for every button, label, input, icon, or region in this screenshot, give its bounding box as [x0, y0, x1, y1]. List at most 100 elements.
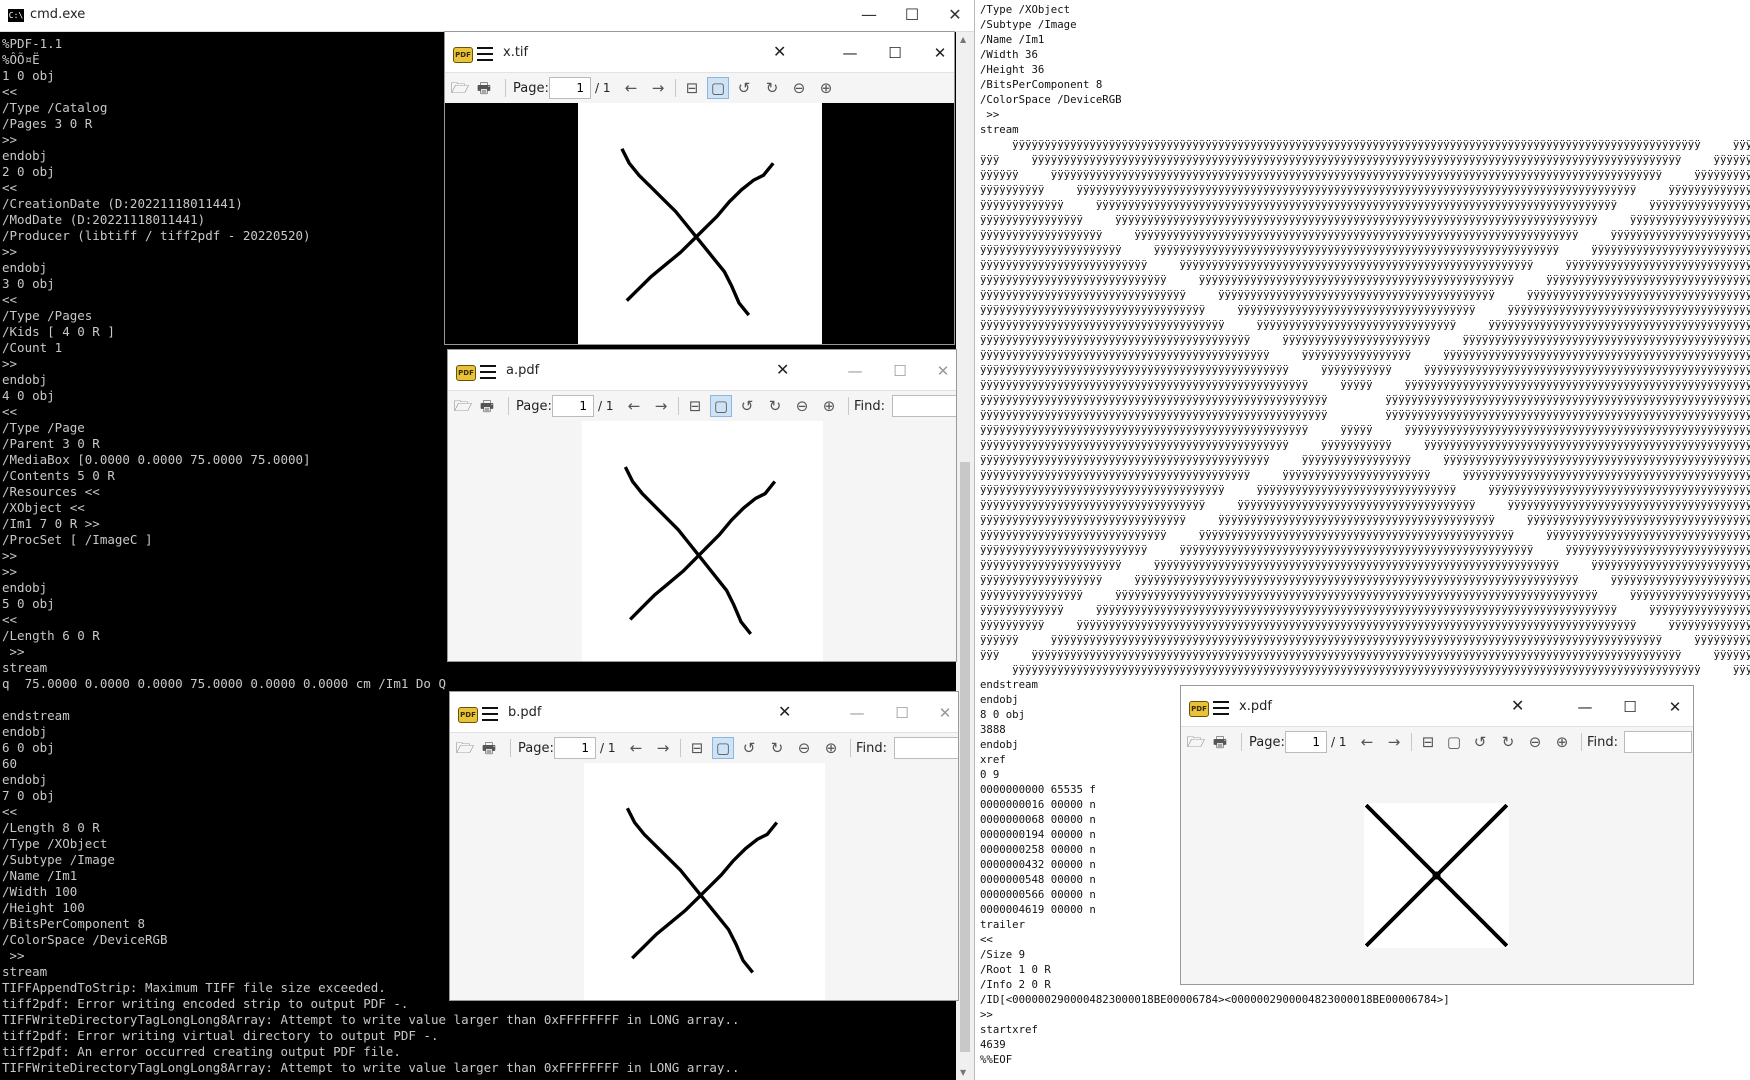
zoom-in-icon[interactable]: ⊕	[818, 395, 840, 417]
tab-close-icon[interactable]: ✕	[776, 360, 789, 379]
zoom-out-icon[interactable]: ⊖	[791, 395, 813, 417]
viewer-window-xtif: PDF x.tif ✕ — ☐ ✕ 🗁 🖶 Page: / 1 ← → ⊟ ▢ …	[444, 31, 955, 345]
cmd-scroll-thumb[interactable]	[960, 462, 970, 1052]
previous-page-icon[interactable]: ←	[625, 737, 647, 759]
find-label: Find:	[856, 741, 888, 756]
menu-icon[interactable]	[477, 47, 493, 61]
window-maximize-button[interactable]: ☐	[889, 360, 911, 382]
zoom-in-icon[interactable]: ⊕	[1551, 731, 1573, 753]
page-number-input[interactable]	[549, 77, 591, 99]
page-number-input[interactable]	[554, 737, 596, 759]
tab-close-icon[interactable]: ✕	[773, 42, 786, 61]
zoom-out-icon[interactable]: ⊖	[1524, 731, 1546, 753]
document-canvas[interactable]	[448, 421, 956, 661]
open-icon[interactable]: 🗁	[1185, 731, 1207, 753]
zoom-out-icon[interactable]: ⊖	[788, 77, 810, 99]
fit-width-icon[interactable]: ⊟	[681, 77, 703, 99]
scroll-down-icon[interactable]: ▼	[960, 1068, 966, 1077]
drawn-x-image	[623, 466, 777, 636]
window-maximize-button[interactable]: ☐	[884, 42, 906, 64]
viewer-tab-title: x.tif	[503, 45, 529, 60]
next-page-icon[interactable]: →	[1383, 731, 1405, 753]
fit-page-icon[interactable]: ▢	[1443, 731, 1465, 753]
zoom-in-icon[interactable]: ⊕	[815, 77, 837, 99]
cmd-window-title: cmd.exe	[30, 7, 86, 22]
pdf-page	[584, 763, 825, 1000]
pdf-logo-icon: PDF	[456, 365, 476, 381]
fit-width-icon[interactable]: ⊟	[1417, 731, 1439, 753]
window-maximize-button[interactable]: ☐	[891, 702, 913, 724]
rotate-left-icon[interactable]: ↺	[733, 77, 755, 99]
fit-page-icon[interactable]: ▢	[710, 395, 732, 417]
next-page-icon[interactable]: →	[650, 395, 672, 417]
tab-close-icon[interactable]: ✕	[778, 702, 791, 721]
find-input[interactable]	[892, 395, 956, 417]
rotate-right-icon[interactable]: ↻	[764, 395, 786, 417]
page-number-input[interactable]	[552, 395, 594, 417]
print-icon[interactable]: 🖶	[478, 737, 500, 759]
document-canvas[interactable]	[445, 103, 954, 344]
menu-icon[interactable]	[1213, 701, 1229, 715]
menu-icon[interactable]	[480, 365, 496, 379]
page-label: Page:	[518, 741, 554, 756]
scroll-up-icon[interactable]: ▲	[960, 35, 966, 44]
pdf-page	[1364, 803, 1509, 948]
viewer-tab-title: a.pdf	[506, 363, 540, 378]
rotate-left-icon[interactable]: ↺	[1469, 731, 1491, 753]
window-close-button[interactable]: ✕	[934, 702, 956, 724]
fit-width-icon[interactable]: ⊟	[686, 737, 708, 759]
previous-page-icon[interactable]: ←	[1356, 731, 1378, 753]
window-minimize-button[interactable]: —	[839, 42, 861, 64]
find-input[interactable]	[1624, 731, 1692, 753]
rotate-left-icon[interactable]: ↺	[736, 395, 758, 417]
zoom-out-icon[interactable]: ⊖	[793, 737, 815, 759]
viewer-toolbar: 🗁 🖶 Page: / 1 ← → ⊟ ▢ ↺ ↻ ⊖ ⊕ Find:	[1181, 726, 1693, 758]
cmd-close-button[interactable]: ✕	[944, 4, 966, 26]
fit-width-icon[interactable]: ⊟	[684, 395, 706, 417]
next-page-icon[interactable]: →	[647, 77, 669, 99]
window-close-button[interactable]: ✕	[1664, 696, 1686, 718]
page-total: / 1	[1331, 735, 1347, 749]
drawn-x-image	[625, 807, 779, 974]
document-canvas[interactable]	[450, 763, 958, 1000]
viewer-titlebar[interactable]: PDF b.pdf ✕ — ☐ ✕	[450, 692, 958, 732]
page-total: / 1	[600, 741, 616, 755]
window-close-button[interactable]: ✕	[932, 360, 954, 382]
rotate-right-icon[interactable]: ↻	[1497, 731, 1519, 753]
previous-page-icon[interactable]: ←	[623, 395, 645, 417]
tab-close-icon[interactable]: ✕	[1511, 696, 1524, 715]
window-minimize-button[interactable]: —	[1574, 696, 1596, 718]
viewer-titlebar[interactable]: PDF x.tif ✕ — ☐ ✕	[445, 32, 954, 72]
window-maximize-button[interactable]: ☐	[1619, 696, 1641, 718]
print-icon[interactable]: 🖶	[1209, 731, 1231, 753]
open-icon[interactable]: 🗁	[449, 77, 471, 99]
zoom-in-icon[interactable]: ⊕	[820, 737, 842, 759]
rotate-right-icon[interactable]: ↻	[761, 77, 783, 99]
pdf-logo-icon: PDF	[1189, 701, 1209, 717]
open-icon[interactable]: 🗁	[452, 395, 474, 417]
page-number-input[interactable]	[1285, 731, 1327, 753]
print-icon[interactable]: 🖶	[476, 395, 498, 417]
find-label: Find:	[1587, 735, 1619, 750]
viewer-titlebar[interactable]: PDF x.pdf ✕ — ☐ ✕	[1181, 686, 1693, 726]
window-close-button[interactable]: ✕	[929, 42, 951, 64]
fit-page-icon[interactable]: ▢	[712, 737, 734, 759]
rotate-left-icon[interactable]: ↺	[738, 737, 760, 759]
print-icon[interactable]: 🖶	[473, 77, 495, 99]
window-minimize-button[interactable]: —	[844, 360, 866, 382]
fit-page-icon[interactable]: ▢	[707, 77, 729, 99]
viewer-titlebar[interactable]: PDF a.pdf ✕ — ☐ ✕	[448, 350, 956, 390]
cmd-minimize-button[interactable]: —	[858, 4, 880, 26]
cmd-titlebar[interactable]: C:\ cmd.exe — ☐ ✕	[0, 0, 974, 32]
cmd-app-icon: C:\	[8, 9, 24, 22]
menu-icon[interactable]	[482, 707, 498, 721]
viewer-window-xpdf: PDF x.pdf ✕ — ☐ ✕ 🗁 🖶 Page: / 1 ← → ⊟ ▢ …	[1180, 685, 1694, 985]
document-canvas[interactable]	[1181, 757, 1693, 984]
open-icon[interactable]: 🗁	[454, 737, 476, 759]
cmd-maximize-button[interactable]: ☐	[901, 4, 923, 26]
rotate-right-icon[interactable]: ↻	[766, 737, 788, 759]
previous-page-icon[interactable]: ←	[620, 77, 642, 99]
next-page-icon[interactable]: →	[652, 737, 674, 759]
window-minimize-button[interactable]: —	[846, 702, 868, 724]
find-input[interactable]	[894, 737, 958, 759]
